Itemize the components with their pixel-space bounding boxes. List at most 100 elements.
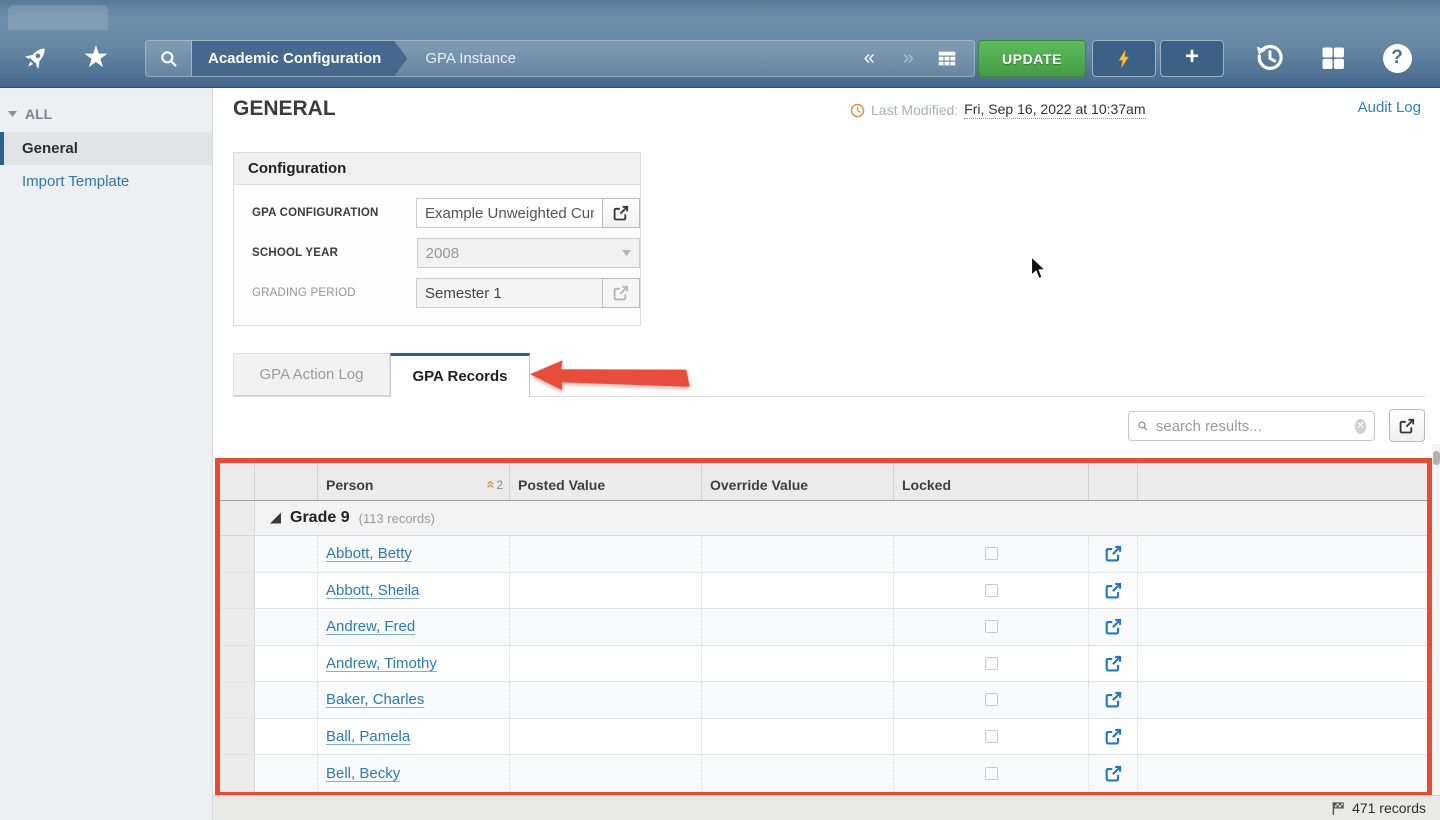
sidebar-item-import-template[interactable]: Import Template xyxy=(0,165,212,198)
header-spacer xyxy=(220,463,255,500)
school-year-select[interactable]: 2008 xyxy=(417,238,640,268)
column-label: Override Value xyxy=(710,477,808,493)
sort-indicator: « 2 xyxy=(487,476,503,493)
collapse-group-icon[interactable] xyxy=(270,513,281,524)
open-record-icon[interactable] xyxy=(1105,728,1122,745)
person-link[interactable]: Andrew, Fred xyxy=(318,618,415,635)
person-link[interactable]: Ball, Pamela xyxy=(318,728,410,745)
chevron-down-icon xyxy=(622,250,631,256)
open-record-icon[interactable] xyxy=(1105,691,1122,708)
home-rocket-icon[interactable] xyxy=(18,40,54,76)
gpa-configuration-label: GPA CONFIGURATION xyxy=(252,207,416,219)
table-row: Ball, Pamela xyxy=(220,719,1427,756)
sidebar-item-general[interactable]: General xyxy=(0,132,212,165)
configuration-panel: Configuration GPA CONFIGURATION SCHOOL Y… xyxy=(233,152,641,326)
table-row: Abbott, Sheila xyxy=(220,573,1427,610)
breadcrumb-section[interactable]: Academic Configuration xyxy=(192,41,407,76)
open-record-icon[interactable] xyxy=(1105,618,1122,635)
column-label: Locked xyxy=(902,477,951,493)
nav-back-icon[interactable]: « xyxy=(850,41,889,76)
history-icon[interactable] xyxy=(1252,40,1288,76)
quick-actions-button[interactable] xyxy=(1092,40,1156,77)
open-gpa-configuration-icon[interactable] xyxy=(602,198,640,228)
search-results-input[interactable] xyxy=(1156,418,1355,435)
open-results-window-icon[interactable] xyxy=(1389,409,1425,442)
tab-gpa-action-log[interactable]: GPA Action Log xyxy=(233,353,390,396)
left-sidebar: ALL General Import Template xyxy=(0,88,213,820)
last-modified-value: Fri, Sep 16, 2022 at 10:37am xyxy=(964,101,1145,119)
audit-log-link[interactable]: Audit Log xyxy=(1358,99,1421,116)
person-link[interactable]: Andrew, Timothy xyxy=(318,655,437,672)
column-header-override-value[interactable]: Override Value xyxy=(702,463,894,500)
sidebar-item-label: General xyxy=(22,140,78,157)
person-link[interactable]: Abbott, Sheila xyxy=(318,582,419,599)
grading-period-field[interactable] xyxy=(416,278,603,308)
table-row: Bell, Becky xyxy=(220,755,1427,792)
gpa-records-table: Person « 2 Posted Value Override Value L… xyxy=(215,458,1432,797)
record-count: 471 records xyxy=(1352,800,1426,816)
locked-checkbox[interactable] xyxy=(985,547,998,560)
tab-gpa-records[interactable]: GPA Records xyxy=(390,353,530,397)
table-row: Andrew, Timothy xyxy=(220,646,1427,683)
page-title: GENERAL xyxy=(233,97,336,121)
plus-icon: + xyxy=(1185,45,1199,69)
locked-checkbox[interactable] xyxy=(985,767,998,780)
person-link[interactable]: Abbott, Betty xyxy=(318,545,412,562)
group-label: Grade 9 xyxy=(290,509,350,527)
table-scrollbar-track[interactable] xyxy=(1432,444,1440,795)
table-row: Abbott, Betty xyxy=(220,536,1427,573)
sidebar-group-all[interactable]: ALL xyxy=(0,88,212,132)
last-modified: Last Modified: Fri, Sep 16, 2022 at 10:3… xyxy=(850,101,1146,119)
apps-grid-icon[interactable] xyxy=(1317,42,1349,74)
breadcrumb-page: GPA Instance xyxy=(407,41,516,76)
column-label: Person xyxy=(326,477,373,493)
breadcrumb: Academic Configuration GPA Instance « » xyxy=(145,40,975,77)
person-link[interactable]: Bell, Becky xyxy=(318,765,400,782)
search-icon[interactable] xyxy=(146,41,192,76)
locked-checkbox[interactable] xyxy=(985,693,998,706)
configuration-panel-title: Configuration xyxy=(234,153,640,185)
records-tabstrip: GPA Action Log GPA Records xyxy=(233,353,1425,397)
clear-search-icon[interactable]: ✕ xyxy=(1355,419,1366,434)
favorites-star-icon[interactable]: ★ xyxy=(78,40,114,76)
open-grading-period-icon xyxy=(602,278,640,308)
group-record-count: (113 records) xyxy=(359,511,435,526)
status-bar: 471 records xyxy=(213,795,1440,820)
table-header-row: Person « 2 Posted Value Override Value L… xyxy=(220,463,1427,501)
update-button[interactable]: UPDATE xyxy=(978,40,1086,77)
open-record-icon[interactable] xyxy=(1105,545,1122,562)
header-spacer xyxy=(1138,463,1427,500)
header-spacer xyxy=(1089,463,1138,500)
help-icon[interactable]: ? xyxy=(1381,42,1413,74)
table-view-icon[interactable] xyxy=(928,41,974,76)
locked-checkbox[interactable] xyxy=(985,620,998,633)
column-header-posted-value[interactable]: Posted Value xyxy=(510,463,702,500)
person-link[interactable]: Baker, Charles xyxy=(318,691,424,708)
locked-checkbox[interactable] xyxy=(985,657,998,670)
group-header[interactable]: Grade 9 (113 records) xyxy=(255,501,1427,535)
open-record-icon[interactable] xyxy=(1105,765,1122,782)
nav-forward-icon[interactable]: » xyxy=(889,41,928,76)
search-icon xyxy=(1137,418,1149,434)
column-header-person[interactable]: Person « 2 xyxy=(318,463,510,500)
locked-checkbox[interactable] xyxy=(985,730,998,743)
school-year-value: 2008 xyxy=(426,245,459,262)
annotation-arrow xyxy=(527,355,693,399)
table-row: Baker, Charles xyxy=(220,682,1427,719)
locked-checkbox[interactable] xyxy=(985,584,998,597)
lightning-icon xyxy=(1114,47,1134,71)
add-button[interactable]: + xyxy=(1160,40,1224,77)
gpa-configuration-field[interactable] xyxy=(416,198,603,228)
sidebar-item-label: Import Template xyxy=(22,173,129,190)
browser-tab-shadow xyxy=(8,5,108,30)
column-header-locked[interactable]: Locked xyxy=(894,463,1089,500)
open-record-icon[interactable] xyxy=(1105,655,1122,672)
clock-icon xyxy=(850,103,865,118)
mouse-cursor xyxy=(1030,256,1047,280)
open-record-icon[interactable] xyxy=(1105,582,1122,599)
table-scrollbar-thumb[interactable] xyxy=(1433,451,1440,465)
school-year-label: SCHOOL YEAR xyxy=(252,247,417,259)
flag-icon xyxy=(1331,801,1346,816)
group-row-grade9: Grade 9 (113 records) xyxy=(220,501,1427,536)
table-row: Andrew, Fred xyxy=(220,609,1427,646)
